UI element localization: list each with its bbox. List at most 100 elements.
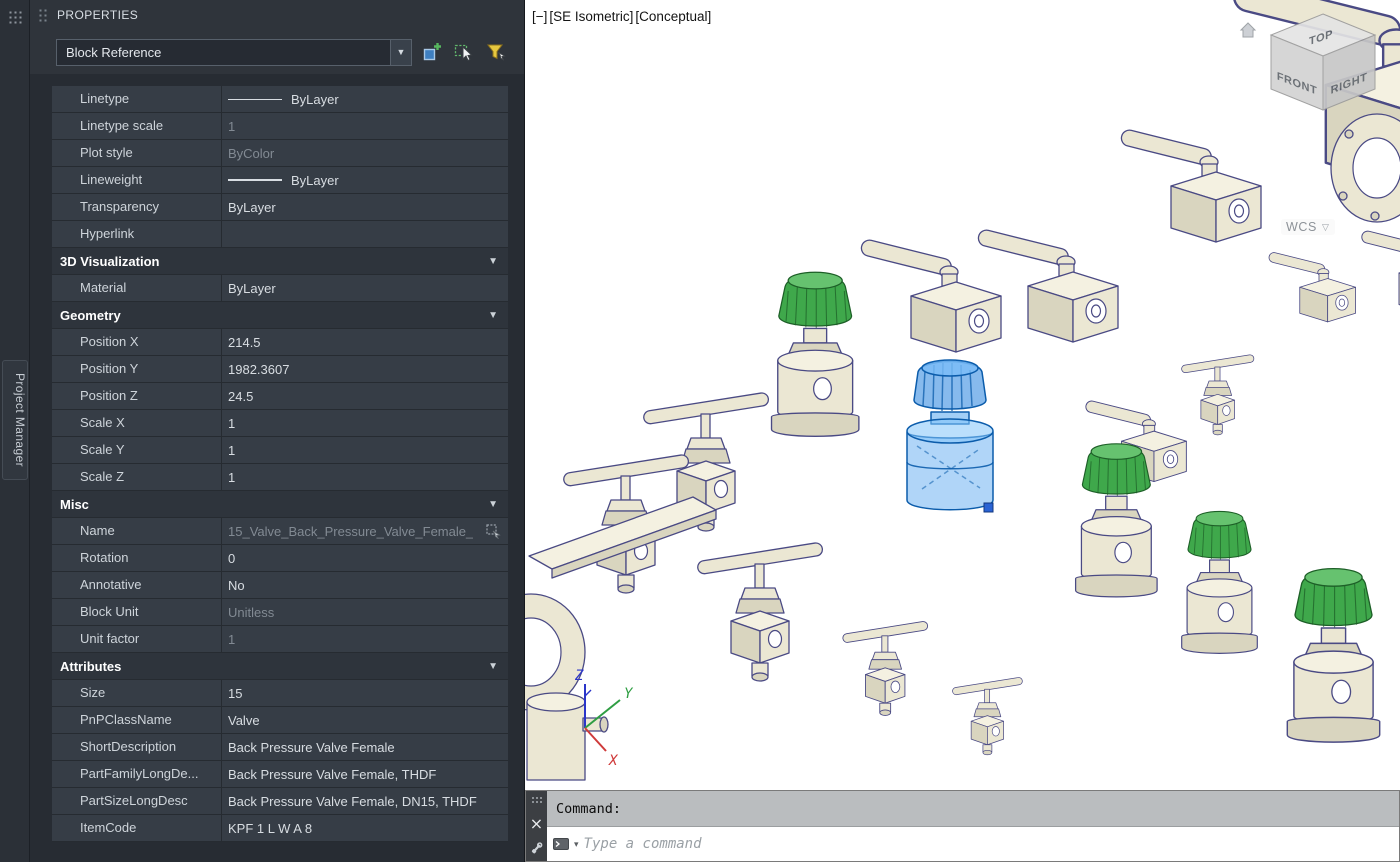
command-history[interactable]: Command: <box>547 791 1399 828</box>
property-value[interactable]: 214.5 <box>222 329 508 355</box>
command-window-rail[interactable]: × <box>526 791 547 861</box>
3d-scene[interactable]: TOP FRONT RIGHT Z Y X <box>525 0 1400 790</box>
property-value[interactable]: 1982.3607 <box>222 356 508 382</box>
property-value[interactable]: Back Pressure Valve Female, DN15, THDF <box>222 788 508 814</box>
command-input[interactable] <box>583 836 1399 853</box>
property-value[interactable]: ByLayer <box>222 86 508 112</box>
property-row-annotative[interactable]: Annotative No <box>52 572 508 599</box>
property-row-hyperlink[interactable]: Hyperlink <box>52 221 508 248</box>
property-value[interactable]: ByLayer <box>222 194 508 220</box>
property-value[interactable]: 1 <box>222 464 508 490</box>
property-label: Unit factor <box>52 626 222 652</box>
property-label: Linetype scale <box>52 113 222 139</box>
valve-model[interactable] <box>1074 443 1158 598</box>
property-value[interactable]: 15 <box>222 680 508 706</box>
property-value-text: ByLayer <box>291 91 339 107</box>
property-row-rotation[interactable]: Rotation 0 <box>52 545 508 572</box>
valve-model[interactable] <box>1180 353 1255 436</box>
property-row-lineweight[interactable]: Lineweight ByLayer <box>52 167 508 194</box>
property-row-plot-style[interactable]: Plot style ByColor <box>52 140 508 167</box>
section-header-attributes[interactable]: Attributes ▼ <box>52 653 508 680</box>
valve-model[interactable] <box>1181 510 1258 654</box>
chevron-down-icon[interactable]: ▾ <box>574 839 579 850</box>
valve-model[interactable] <box>770 271 860 437</box>
wrench-icon <box>531 842 542 854</box>
viewcube-home-icon[interactable] <box>1239 22 1257 38</box>
chevron-down-icon[interactable]: ▼ <box>390 39 411 65</box>
property-row-linetype[interactable]: Linetype ByLayer <box>52 86 508 113</box>
property-row-position-x[interactable]: Position X 214.5 <box>52 329 508 356</box>
property-row-partfamilylongdesc[interactable]: PartFamilyLongDe... Back Pressure Valve … <box>52 761 508 788</box>
property-row-size[interactable]: Size 15 <box>52 680 508 707</box>
property-value[interactable]: Back Pressure Valve Female <box>222 734 508 760</box>
valve-model[interactable] <box>859 237 1002 353</box>
project-manager-tab[interactable]: Project Manager <box>2 360 28 481</box>
property-value[interactable]: 24.5 <box>222 383 508 409</box>
palette-title: PROPERTIES <box>57 8 139 22</box>
valve-model[interactable] <box>1267 251 1356 323</box>
property-value[interactable]: No <box>222 572 508 598</box>
property-value[interactable]: Valve <box>222 707 508 733</box>
viewport-controls-menu[interactable]: [−] <box>532 9 547 24</box>
command-input-row[interactable]: ▾ <box>547 827 1399 861</box>
selection-grip[interactable] <box>983 502 994 513</box>
chevron-down-icon[interactable]: ▼ <box>488 661 498 672</box>
chevron-down-icon[interactable]: ▼ <box>488 499 498 510</box>
valve-model[interactable] <box>696 541 824 682</box>
valve-model[interactable] <box>951 676 1024 756</box>
property-row-scale-x[interactable]: Scale X 1 <box>52 410 508 437</box>
property-value[interactable]: 15_Valve_Back_Pressure_Valve_Female_ <box>222 518 508 544</box>
property-value[interactable]: 1 <box>222 437 508 463</box>
command-window-grip[interactable] <box>531 796 542 805</box>
command-close-button[interactable]: × <box>530 816 543 832</box>
property-row-unit-factor[interactable]: Unit factor 1 <box>52 626 508 653</box>
property-row-pnpclassname[interactable]: PnPClassName Valve <box>52 707 508 734</box>
valve-model[interactable] <box>1286 567 1381 743</box>
command-window[interactable]: × Command: ▾ <box>525 790 1400 862</box>
viewport-visualstyle-control[interactable]: [Conceptual] <box>635 9 711 24</box>
property-row-partsizelongdesc[interactable]: PartSizeLongDesc Back Pressure Valve Fem… <box>52 788 508 815</box>
property-value[interactable]: ByLayer <box>222 275 508 301</box>
drag-grip-icon[interactable] <box>38 8 48 22</box>
viewport-3d[interactable]: TOP FRONT RIGHT Z Y X [−] [SE Isometric]… <box>525 0 1400 790</box>
property-value[interactable]: 1 <box>222 410 508 436</box>
object-type-dropdown[interactable]: Block Reference ▼ <box>56 38 412 66</box>
property-value[interactable] <box>222 221 508 247</box>
quick-select-icon[interactable] <box>483 40 508 65</box>
valve-model[interactable] <box>841 620 929 716</box>
valve-model[interactable] <box>1360 229 1400 316</box>
section-header-geometry[interactable]: Geometry ▼ <box>52 302 508 329</box>
toggle-pickadd-icon[interactable] <box>419 40 444 65</box>
property-value[interactable]: 0 <box>222 545 508 571</box>
property-row-linetype-scale[interactable]: Linetype scale 1 <box>52 113 508 140</box>
property-row-position-z[interactable]: Position Z 24.5 <box>52 383 508 410</box>
property-row-shortdescription[interactable]: ShortDescription Back Pressure Valve Fem… <box>52 734 508 761</box>
property-value[interactable]: Back Pressure Valve Female, THDF <box>222 761 508 787</box>
viewcube[interactable]: TOP FRONT RIGHT <box>1239 13 1377 111</box>
wcs-dropdown[interactable]: WCS ▽ <box>1281 219 1335 235</box>
selected-valve-model[interactable] <box>906 359 994 513</box>
select-objects-icon[interactable] <box>451 40 476 65</box>
property-value[interactable]: KPF 1 L W A 8 <box>222 815 508 841</box>
property-row-material[interactable]: Material ByLayer <box>52 275 508 302</box>
property-row-block-unit[interactable]: Block Unit Unitless <box>52 599 508 626</box>
viewport-view-control[interactable]: [SE Isometric] <box>549 9 633 24</box>
chevron-down-icon[interactable]: ▼ <box>488 310 498 321</box>
palette-grip-icon[interactable] <box>8 10 22 26</box>
command-prompt-icon[interactable] <box>553 838 569 851</box>
chevron-down-icon[interactable]: ▼ <box>488 256 498 267</box>
property-value[interactable]: ByLayer <box>222 167 508 193</box>
property-row-transparency[interactable]: Transparency ByLayer <box>52 194 508 221</box>
property-row-name[interactable]: Name 15_Valve_Back_Pressure_Valve_Female… <box>52 518 508 545</box>
property-row-itemcode[interactable]: ItemCode KPF 1 L W A 8 <box>52 815 508 842</box>
cylinder-model[interactable] <box>526 692 609 781</box>
section-header-3d-visualization[interactable]: 3D Visualization ▼ <box>52 248 508 275</box>
property-row-scale-y[interactable]: Scale Y 1 <box>52 437 508 464</box>
properties-palette-header[interactable]: PROPERTIES <box>30 0 524 30</box>
valve-model[interactable] <box>1119 127 1262 243</box>
name-pick-icon[interactable] <box>485 523 502 540</box>
section-header-misc[interactable]: Misc ▼ <box>52 491 508 518</box>
property-row-scale-z[interactable]: Scale Z 1 <box>52 464 508 491</box>
command-customize-button[interactable] <box>530 841 544 855</box>
property-row-position-y[interactable]: Position Y 1982.3607 <box>52 356 508 383</box>
